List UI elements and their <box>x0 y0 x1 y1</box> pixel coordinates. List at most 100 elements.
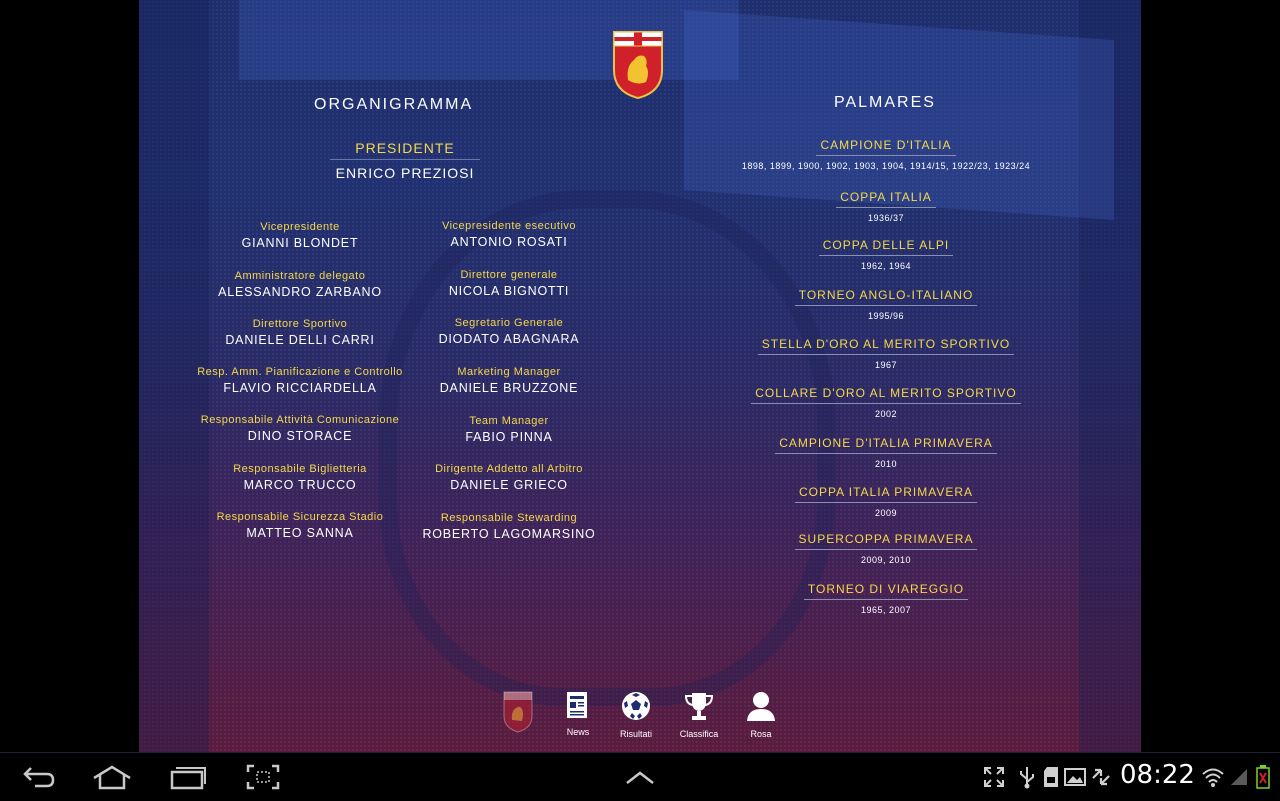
staff-name: DANIELE GRIECO <box>450 478 568 492</box>
palmares-item: CAMPIONE D'ITALIA 1898, 1899, 1900, 1902… <box>706 136 1066 171</box>
image-icon <box>1064 768 1086 786</box>
wifi-status <box>1200 753 1226 801</box>
recent-apps-button[interactable] <box>168 753 208 801</box>
sd-card-icon <box>1044 767 1058 787</box>
fullscreen-icon <box>984 767 1004 787</box>
system-navigation-bar <box>0 752 1280 801</box>
club-crest-icon <box>613 31 663 100</box>
staff-role: Direttore generale <box>460 269 558 281</box>
staff-role: Marketing Manager <box>457 366 561 378</box>
football-icon <box>622 692 650 720</box>
palmares-title: COPPA ITALIA PRIMAVERA <box>794 485 978 503</box>
staff-name: DANIELE BRUZZONE <box>439 381 579 395</box>
sd-card-status <box>1040 753 1062 801</box>
club-crest-icon <box>503 691 533 733</box>
nav-label: Classifica <box>679 729 719 739</box>
club-info-screen: ORGANIGRAMMA PRESIDENTE ENRICO PREZIOSI … <box>139 0 1141 752</box>
signal-status <box>1228 753 1250 801</box>
palmares-years: 1962, 1964 <box>860 261 912 271</box>
nav-label: News <box>566 727 590 737</box>
nav-label: Rosa <box>750 729 772 739</box>
palmares-title: SUPERCOPPA PRIMAVERA <box>794 532 978 550</box>
staff-role: Segretario Generale <box>454 317 564 329</box>
staff-member: Dirigente Addetto all Arbitro DANIELE GR… <box>379 463 639 492</box>
palmares-heading: PALMARES <box>834 94 936 111</box>
palmares-years: 1965, 2007 <box>860 605 912 615</box>
usb-status <box>1016 753 1038 801</box>
sync-icon <box>1092 768 1110 786</box>
president-block: PRESIDENTE ENRICO PREZIOSI <box>330 140 480 181</box>
background-stripe-top <box>239 0 739 80</box>
palmares-years: 2010 <box>874 459 898 469</box>
recent-apps-icon <box>170 767 206 790</box>
signal-icon <box>1231 769 1247 785</box>
news-icon <box>567 692 587 718</box>
trophy-icon <box>684 693 714 720</box>
staff-member: Vicepresidente esecutivo ANTONIO ROSATI <box>379 220 639 249</box>
palmares-years: 2009, 2010 <box>860 555 912 565</box>
nav-classifica[interactable]: Classifica <box>669 690 729 739</box>
staff-member: Responsabile Stewarding ROBERTO LAGOMARS… <box>379 512 639 541</box>
palmares-item: TORNEO DI VIAREGGIO 1965, 2007 <box>706 580 1066 615</box>
battery-status <box>1252 753 1274 801</box>
staff-member: Team Manager FABIO PINNA <box>379 415 639 444</box>
staff-role: Responsabile Stewarding <box>440 512 578 524</box>
palmares-item: COPPA ITALIA 1936/37 <box>706 188 1066 223</box>
palmares-item: COPPA DELLE ALPI 1962, 1964 <box>706 236 1066 271</box>
staff-name: ANTONIO ROSATI <box>450 235 568 249</box>
palmares-years: 1967 <box>874 360 898 370</box>
palmares-title: TORNEO DI VIAREGGIO <box>803 582 969 600</box>
staff-name: DIODATO ABAGNARA <box>438 332 580 346</box>
palmares-years: 1936/37 <box>867 213 905 223</box>
palmares-title: TORNEO ANGLO-ITALIANO <box>794 288 978 306</box>
palmares-title: CAMPIONE D'ITALIA PRIMAVERA <box>775 436 997 454</box>
image-status <box>1063 753 1087 801</box>
palmares-title: COPPA DELLE ALPI <box>818 238 954 256</box>
staff-role: Dirigente Addetto all Arbitro <box>435 463 583 475</box>
staff-name: ROBERTO LAGOMARSINO <box>422 527 596 541</box>
palmares-title: STELLA D'ORO AL MERITO SPORTIVO <box>757 337 1015 355</box>
staff-member: Segretario Generale DIODATO ABAGNARA <box>379 317 639 346</box>
palmares-item: COPPA ITALIA PRIMAVERA 2009 <box>706 483 1066 518</box>
sync-status <box>1089 753 1113 801</box>
screenshot-button[interactable] <box>244 753 282 801</box>
wifi-icon <box>1202 768 1224 787</box>
up-arrow-button[interactable] <box>620 753 660 801</box>
nav-rosa[interactable]: Rosa <box>731 690 791 739</box>
person-icon <box>747 692 775 721</box>
palmares-item: COLLARE D'ORO AL MERITO SPORTIVO 2002 <box>706 384 1066 419</box>
palmares-item: TORNEO ANGLO-ITALIANO 1995/96 <box>706 286 1066 321</box>
palmares-years: 1898, 1899, 1900, 1902, 1903, 1904, 1914… <box>741 161 1031 171</box>
screenshot-icon <box>246 764 280 790</box>
staff-name: NICOLA BIGNOTTI <box>448 284 570 298</box>
palmares-title: COLLARE D'ORO AL MERITO SPORTIVO <box>751 386 1021 404</box>
palmares-title: CAMPIONE D'ITALIA <box>816 138 956 156</box>
fullscreen-button[interactable] <box>980 753 1008 801</box>
usb-icon <box>1020 767 1034 789</box>
president-name: ENRICO PREZIOSI <box>335 165 475 181</box>
staff-name: FABIO PINNA <box>465 430 553 444</box>
back-icon <box>23 767 55 788</box>
nav-club[interactable] <box>488 690 548 739</box>
palmares-item: SUPERCOPPA PRIMAVERA 2009, 2010 <box>706 530 1066 565</box>
palmares-years: 1995/96 <box>867 311 905 321</box>
staff-member: Direttore generale NICOLA BIGNOTTI <box>379 269 639 298</box>
palmares-item: STELLA D'ORO AL MERITO SPORTIVO 1967 <box>706 335 1066 370</box>
president-title: PRESIDENTE <box>330 140 480 160</box>
palmares-years: 2002 <box>874 409 898 419</box>
status-clock: 08:22 <box>1120 760 1195 790</box>
staff-role: Team Manager <box>469 415 549 427</box>
nav-news[interactable]: News <box>548 690 608 737</box>
palmares-item: CAMPIONE D'ITALIA PRIMAVERA 2010 <box>706 434 1066 469</box>
organigramma-heading: ORGANIGRAMMA <box>314 96 474 113</box>
staff-role: Vicepresidente esecutivo <box>441 220 577 232</box>
up-arrow-icon <box>626 771 654 784</box>
battery-icon <box>1256 765 1270 789</box>
nav-risultati[interactable]: Risultati <box>606 690 666 739</box>
palmares-title: COPPA ITALIA <box>836 190 936 208</box>
nav-label: Risultati <box>619 729 652 739</box>
palmares-years: 2009 <box>874 508 898 518</box>
home-icon <box>93 765 131 790</box>
back-button[interactable] <box>18 753 60 801</box>
home-button[interactable] <box>90 753 134 801</box>
